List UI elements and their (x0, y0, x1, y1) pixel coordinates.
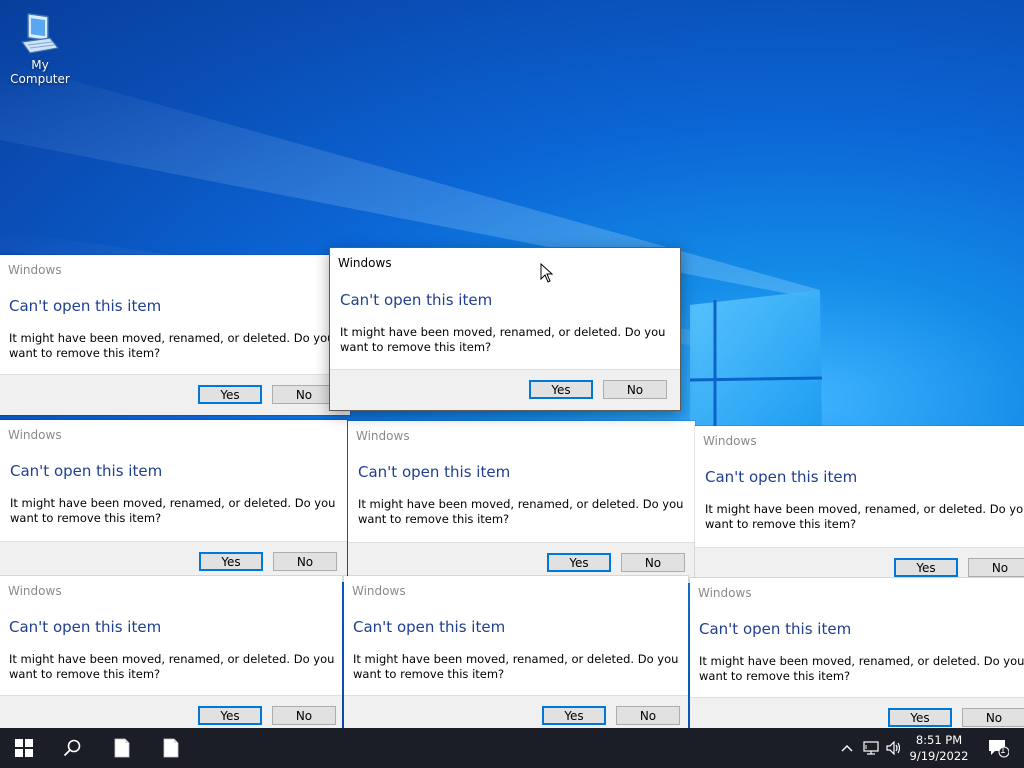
notification-count: 1 (1000, 746, 1006, 756)
error-dialog: Windows Can't open this item It might ha… (690, 578, 1024, 738)
yes-button[interactable]: Yes (888, 708, 952, 727)
no-button[interactable]: No (968, 558, 1024, 577)
no-button[interactable]: No (962, 708, 1024, 727)
error-dialog: Windows Can't open this item It might ha… (0, 576, 342, 736)
dialog-title: Windows (698, 586, 752, 600)
dialog-heading: Can't open this item (699, 620, 852, 638)
dialog-title: Windows (352, 584, 406, 598)
chevron-up-icon (841, 745, 853, 752)
computer-icon (20, 13, 60, 54)
error-dialog: Windows Can't open this item It might ha… (0, 420, 347, 582)
desktop-icon-my-computer[interactable]: My Computer (2, 8, 78, 86)
yes-button[interactable]: Yes (198, 385, 262, 404)
dialog-footer: Yes No (0, 374, 350, 415)
dialog-message: It might have been moved, renamed, or de… (9, 331, 335, 360)
error-dialog: Windows Can't open this item It might ha… (695, 426, 1024, 588)
dialog-message: It might have been moved, renamed, or de… (340, 325, 666, 354)
dialog-title: Windows (8, 428, 62, 442)
dialog-heading: Can't open this item (10, 462, 163, 480)
yes-button[interactable]: Yes (529, 380, 593, 399)
dialog-message: It might have been moved, renamed, or de… (705, 502, 1024, 531)
dialog-title: Windows (8, 584, 62, 598)
no-button[interactable]: No (621, 553, 685, 572)
dialog-title: Windows (703, 434, 757, 448)
dialog-message: It might have been moved, renamed, or de… (353, 652, 679, 681)
error-dialog-active: Windows Can't open this item It might ha… (329, 247, 681, 411)
desktop-icon-label: My Computer (10, 58, 70, 86)
clock-time: 8:51 PM (915, 733, 963, 747)
dialog-heading: Can't open this item (340, 291, 493, 309)
dialog-heading: Can't open this item (353, 618, 506, 636)
windows-logo-icon (15, 739, 33, 757)
start-button[interactable] (0, 728, 48, 768)
dialog-title: Windows (8, 263, 62, 277)
taskbar-pinned-file[interactable] (147, 728, 195, 768)
search-icon (63, 739, 81, 757)
yes-button[interactable]: Yes (542, 706, 606, 725)
search-button[interactable] (48, 728, 96, 768)
clock[interactable]: 8:51 PM 9/19/2022 (906, 728, 972, 768)
document-icon (114, 738, 130, 758)
dialog-message: It might have been moved, renamed, or de… (699, 654, 1024, 683)
yes-button[interactable]: Yes (198, 706, 262, 725)
clock-date: 9/19/2022 (909, 749, 969, 763)
dialog-heading: Can't open this item (9, 297, 162, 315)
volume-button[interactable] (883, 728, 905, 768)
dialog-footer: Yes No (330, 369, 680, 410)
yes-button[interactable]: Yes (199, 552, 263, 571)
document-icon (163, 738, 179, 758)
no-button[interactable]: No (273, 552, 337, 571)
dialog-title: Windows (338, 256, 392, 270)
volume-icon (886, 741, 901, 755)
dialog-heading: Can't open this item (358, 463, 511, 481)
network-icon (863, 741, 879, 755)
taskbar-pinned-file[interactable] (98, 728, 146, 768)
dialog-heading: Can't open this item (9, 618, 162, 636)
error-dialog: Windows Can't open this item It might ha… (0, 255, 350, 415)
no-button[interactable]: No (616, 706, 680, 725)
no-button[interactable]: No (272, 706, 336, 725)
dialog-title: Windows (356, 429, 410, 443)
yes-button[interactable]: Yes (547, 553, 611, 572)
network-button[interactable] (860, 728, 882, 768)
mouse-cursor-icon (540, 263, 554, 283)
dialog-message: It might have been moved, renamed, or de… (358, 497, 684, 526)
error-dialog: Windows Can't open this item It might ha… (348, 421, 695, 583)
taskbar: 8:51 PM 9/19/2022 1 (0, 728, 1024, 768)
show-hidden-icons-button[interactable] (836, 728, 858, 768)
yes-button[interactable]: Yes (894, 558, 958, 577)
no-button[interactable]: No (603, 380, 667, 399)
action-center-button[interactable]: 1 (978, 728, 1018, 768)
dialog-message: It might have been moved, renamed, or de… (10, 496, 336, 525)
dialog-heading: Can't open this item (705, 468, 858, 486)
dialog-message: It might have been moved, renamed, or de… (9, 652, 335, 681)
no-button[interactable]: No (272, 385, 336, 404)
error-dialog: Windows Can't open this item It might ha… (344, 576, 688, 736)
